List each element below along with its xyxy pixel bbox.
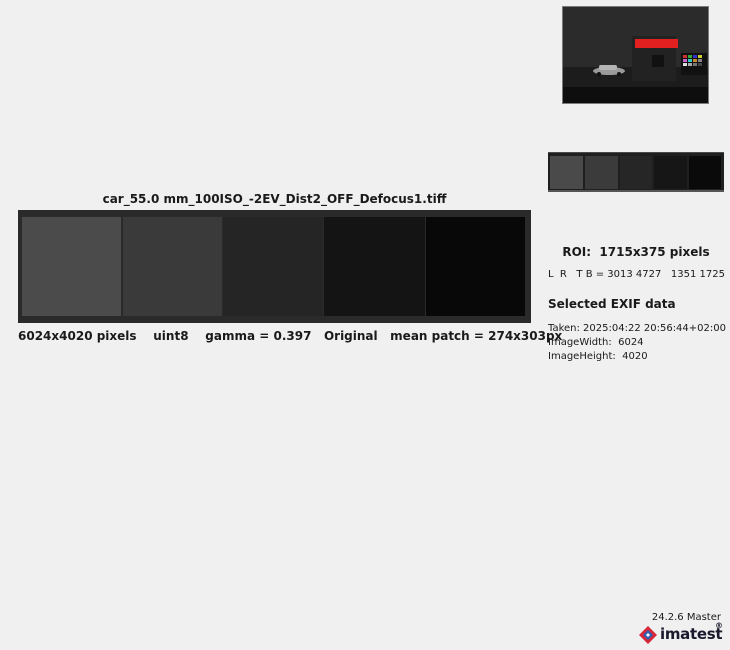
exif-taken: Taken: 2025:04:22 20:56:44+02:00 [548,323,726,334]
exif-image-height: ImageHeight: 4020 [548,351,648,362]
main-patch-1 [22,217,121,316]
roi-patch-strip[interactable] [548,152,724,192]
roi-title: ROI: 1715x375 pixels [562,245,710,259]
roi-patch-4 [654,156,687,189]
scene-thumbnail[interactable] [562,6,709,104]
main-patch-strip[interactable] [18,210,531,323]
roi-patch-2 [585,156,618,189]
registered-mark: ® [715,621,723,630]
roi-patch-5 [689,156,721,189]
exif-image-width: ImageWidth: 6024 [548,337,644,348]
imatest-logo-icon [639,626,657,644]
roi-patch-1 [550,156,583,189]
main-patch-5 [426,217,525,316]
main-patch-3 [223,217,323,316]
exif-heading: Selected EXIF data [548,297,676,311]
thumbnail-image [563,7,708,103]
main-patch-2 [123,217,222,316]
thumbnail-red-panel [635,39,678,48]
imatest-logo: imatest ® [638,621,728,646]
roi-patch-3 [620,156,652,189]
main-patch-4 [324,217,425,316]
image-file-title: car_55.0 mm_100ISO_-2EV_Dist2_OFF_Defocu… [102,192,447,206]
image-info-line: 6024x4020 pixels uint8 gamma = 0.397 Ori… [18,329,563,343]
version-label: 24.2.6 Master [651,612,721,623]
imatest-logo-text: imatest [660,625,723,643]
roi-coordinates: L R T B = 3013 4727 1351 1725 [548,269,725,280]
